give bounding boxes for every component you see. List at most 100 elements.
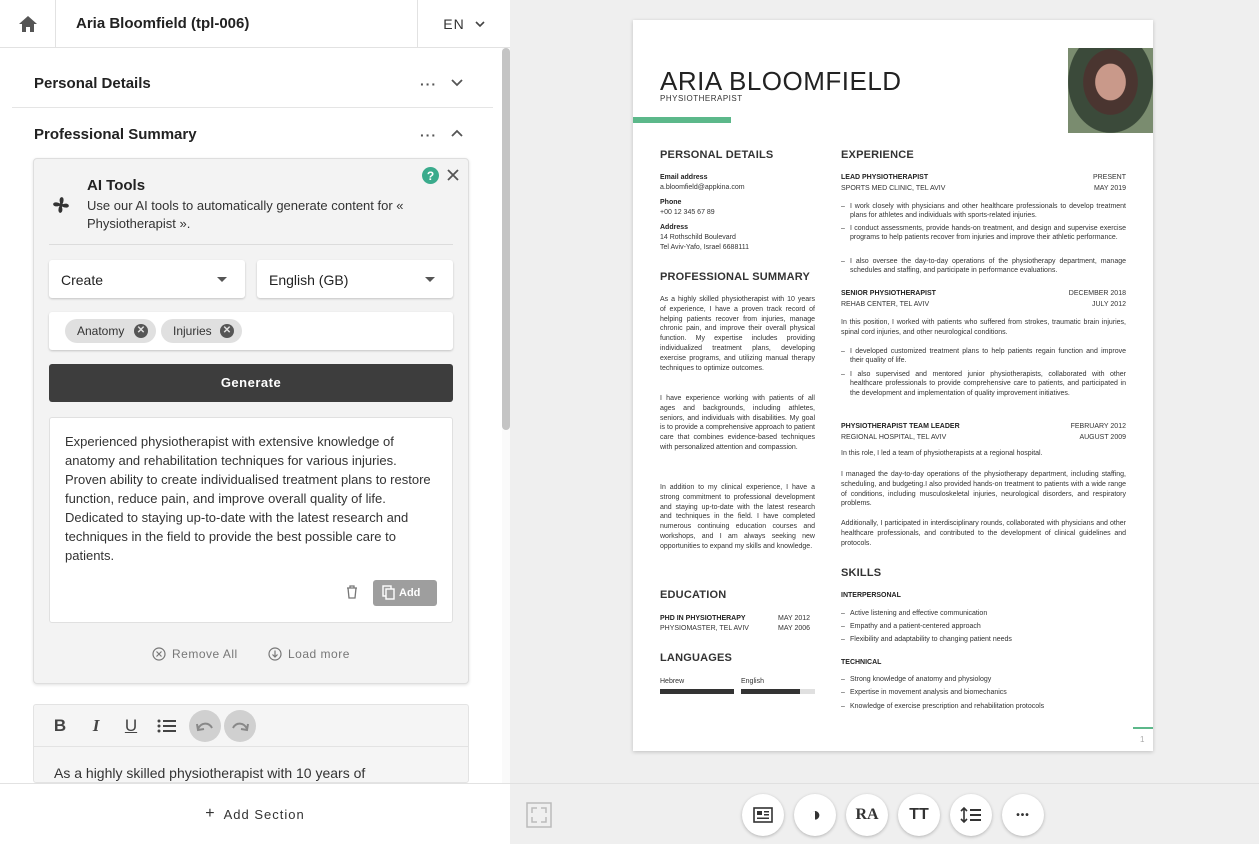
page-number: 1 — [1140, 735, 1145, 744]
editor-toolbar: B I U — [34, 705, 468, 747]
summary-paragraph: As a highly skilled physiotherapist with… — [660, 296, 815, 372]
caret-down-icon — [425, 277, 435, 282]
mode-selected: Create — [61, 272, 104, 288]
add-result-button[interactable]: Add — [373, 580, 437, 606]
editor-content[interactable]: As a highly skilled physiotherapist with… — [54, 765, 365, 781]
trash-icon[interactable] — [346, 585, 358, 599]
divider — [49, 244, 453, 245]
language-name: Hebrew — [660, 678, 685, 685]
chevron-up-icon[interactable] — [450, 123, 464, 143]
skill-item: Knowledge of exercise prescription and r… — [841, 702, 1044, 712]
job-start: AUGUST 2009 — [1079, 434, 1126, 441]
summary-paragraph: I have experience working with patients … — [660, 395, 815, 451]
font-icon: RA — [855, 806, 879, 823]
job-bullet: I also oversee the day-to-day operations… — [841, 257, 1126, 276]
experience-heading: EXPERIENCE — [841, 149, 914, 161]
resume-page[interactable]: ARIA BLOOMFIELD PHYSIOTHERAPIST PERSONAL… — [633, 20, 1153, 751]
line-spacing-icon — [960, 806, 981, 824]
job-title: LEAD PHYSIOTHERAPIST — [841, 174, 929, 181]
skill-item: Expertise in movement analysis and biome… — [841, 688, 1007, 698]
scrollbar-thumb[interactable] — [502, 48, 510, 430]
line-spacing-button[interactable] — [950, 794, 992, 836]
language-level-bar — [741, 689, 815, 694]
job-bullet: I conduct assessments, provide hands-on … — [841, 224, 1126, 243]
job-paragraph: In this role, I led a team of physiother… — [841, 450, 1043, 457]
more-button[interactable]: ••• — [1002, 794, 1044, 836]
section-professional-summary[interactable]: Professional Summary ··· — [12, 109, 493, 159]
skill-item: Strong knowledge of anatomy and physiolo… — [841, 675, 991, 685]
skill-item: Flexibility and adaptability to changing… — [841, 635, 1012, 645]
summary-paragraph: In addition to my clinical experience, I… — [660, 484, 815, 550]
italic-button[interactable]: I — [82, 712, 110, 740]
keyword-tags-field[interactable]: Anatomy ✕ Injuries ✕ — [49, 312, 453, 350]
tag-label: Anatomy — [77, 324, 125, 338]
education-start: MAY 2006 — [778, 625, 811, 632]
generate-button[interactable]: Generate — [49, 364, 453, 402]
resume-role: PHYSIOTHERAPIST — [660, 94, 743, 103]
close-icon[interactable] — [446, 168, 460, 182]
contrast-icon: ◑ — [808, 803, 822, 826]
underline-button[interactable]: U — [117, 712, 145, 740]
language-dropdown[interactable]: English (GB) — [257, 260, 453, 298]
redo-button[interactable] — [224, 710, 256, 742]
add-section-button[interactable]: + Add Section — [0, 783, 510, 844]
ai-fan-icon — [53, 197, 69, 213]
generated-text: Experienced physiotherapist with extensi… — [65, 434, 431, 563]
more-options-icon[interactable]: ··· — [420, 127, 437, 143]
font-button[interactable]: RA — [846, 794, 888, 836]
ai-tools-panel: AI Tools Use our AI tools to automatical… — [33, 158, 469, 684]
bullet-list-icon — [157, 719, 176, 733]
more-options-icon[interactable]: ··· — [420, 76, 437, 92]
skill-item: Empathy and a patient-centered approach — [841, 622, 981, 632]
load-more-label: Load more — [288, 647, 350, 661]
copy-icon — [382, 585, 395, 600]
undo-button[interactable] — [189, 710, 221, 742]
profile-photo — [1068, 48, 1153, 133]
language-level-bar — [660, 689, 734, 694]
remove-all-button[interactable]: Remove All — [152, 647, 238, 661]
contrast-button[interactable]: ◑ — [794, 794, 836, 836]
job-end: PRESENT — [1092, 174, 1126, 181]
help-icon[interactable]: ? — [422, 167, 439, 184]
fullscreen-icon[interactable] — [526, 802, 552, 828]
language-name: English — [741, 678, 764, 685]
tag-label: Injuries — [173, 324, 212, 338]
personal-details-heading: PERSONAL DETAILS — [660, 149, 774, 161]
section-personal-details[interactable]: Personal Details ··· — [12, 58, 493, 108]
job-start: JULY 2012 — [1092, 301, 1126, 308]
ai-tools-title: AI Tools — [87, 177, 146, 194]
job-company: REGIONAL HOSPITAL, TEL AVIV — [841, 434, 947, 441]
layout-button[interactable] — [742, 794, 784, 836]
text-size-button[interactable]: TT — [898, 794, 940, 836]
education-degree: PHD IN PHYSIOTHERAPY — [660, 615, 746, 622]
mode-dropdown[interactable]: Create — [49, 260, 245, 298]
address-line1: 14 Rothschild Boulevard — [660, 234, 736, 241]
home-button[interactable] — [0, 0, 56, 48]
phone-value: +00 12 345 67 89 — [660, 209, 715, 216]
document-title: Aria Bloomfield (tpl-006) — [76, 15, 250, 32]
text-size-icon: TT — [909, 806, 929, 823]
language-selector[interactable]: EN — [417, 0, 510, 48]
add-label: Add — [399, 587, 421, 599]
remove-tag-icon[interactable]: ✕ — [220, 324, 234, 338]
address-line2: Tel Aviv-Yafo, Israel 6688111 — [660, 244, 749, 251]
email-value: a.bloomfield@appkina.com — [660, 184, 745, 191]
job-entry: REHAB CENTER, TEL AVIV JULY 2012 — [841, 300, 1126, 309]
job-entry: PHYSIOTHERAPIST TEAM LEADER FEBRUARY 201… — [841, 422, 1126, 431]
chevron-down-icon[interactable] — [450, 72, 464, 92]
ai-tools-description: Use our AI tools to automatically genera… — [87, 198, 404, 231]
language-selected: English (GB) — [269, 272, 349, 288]
remove-tag-icon[interactable]: ✕ — [134, 324, 148, 338]
section-title: Personal Details — [34, 75, 151, 92]
section-title: Professional Summary — [34, 126, 197, 143]
preview-toolbar: ◑ RA TT ••• — [510, 783, 1259, 844]
education-school: PHYSIOMASTER, TEL AVIV — [660, 625, 749, 632]
bullet-list-button[interactable] — [153, 712, 181, 740]
tag-chip: Anatomy ✕ — [65, 319, 156, 343]
job-bullet: I also supervised and mentored junior ph… — [841, 370, 1126, 398]
job-end: DECEMBER 2018 — [1068, 290, 1126, 297]
load-more-button[interactable]: Load more — [268, 647, 350, 661]
phone-label: Phone — [660, 199, 682, 206]
undo-icon — [196, 722, 213, 732]
bold-button[interactable]: B — [46, 712, 74, 740]
